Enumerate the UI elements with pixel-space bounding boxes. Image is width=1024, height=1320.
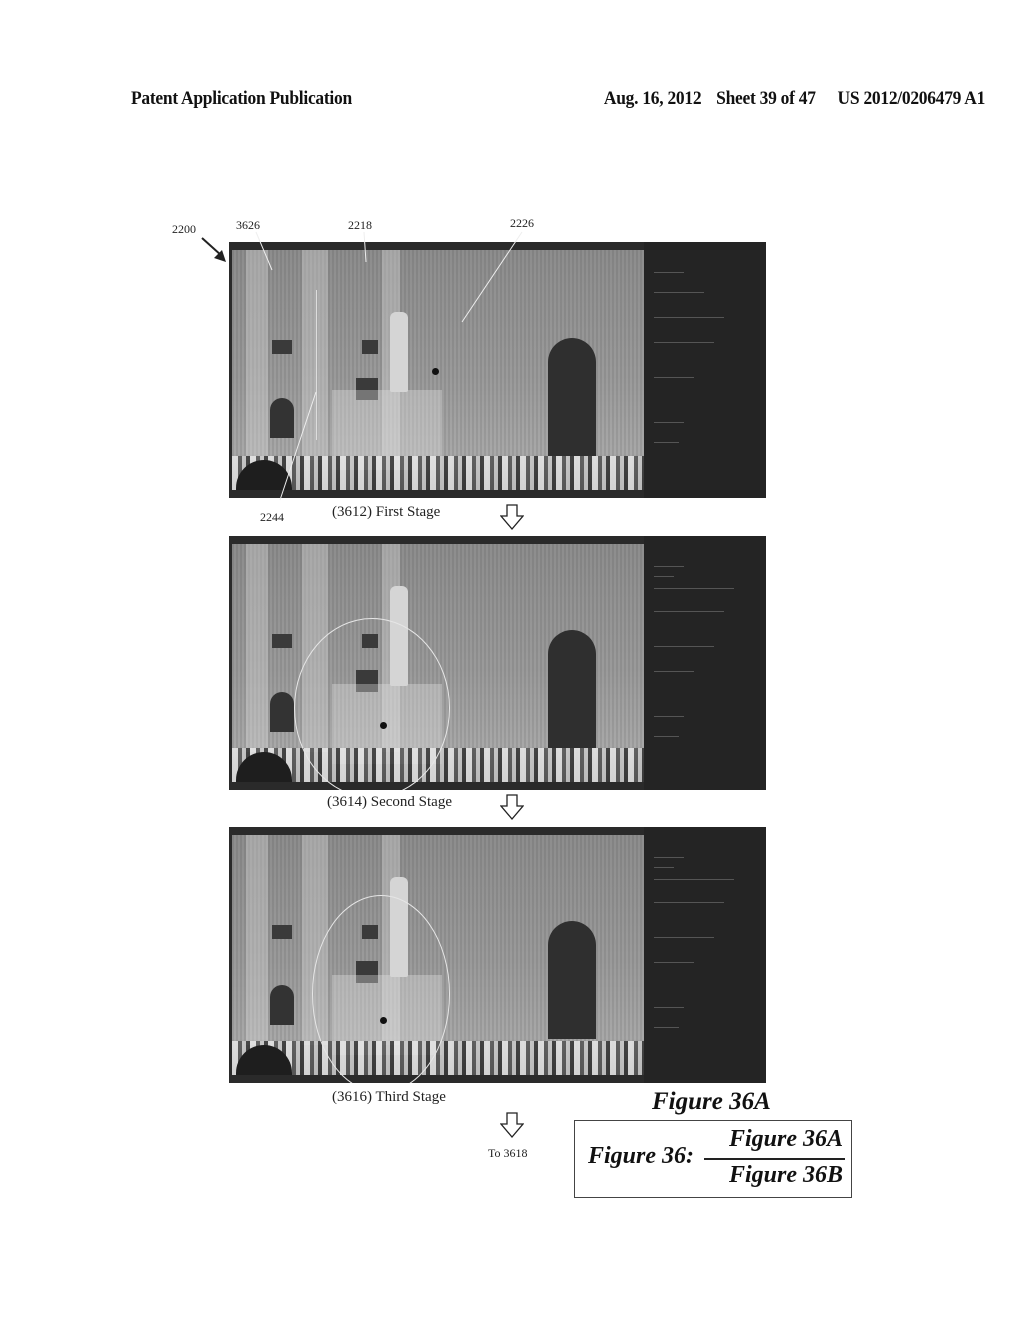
stage-1-screenshot [229,242,766,498]
patent-number: US 2012/0206479 A1 [837,88,986,109]
hollow-down-arrow-icon [500,794,524,820]
side-panel [644,827,766,1083]
stage-3-caption: (3616) Third Stage [332,1089,446,1105]
figure-layout-bottom: Figure 36B [728,1162,843,1188]
continuation-label: To 3618 [488,1146,528,1160]
sheet-number: Sheet 39 of 47 [716,88,816,109]
stage-2-screenshot [229,536,766,790]
image-canvas [232,544,644,790]
side-panel [644,536,766,790]
ref-label-cursor: 2244 [260,510,284,524]
image-canvas [232,835,644,1083]
figure-layout-box: Figure 36: Figure 36A Figure 36B [574,1120,852,1198]
ref-label-side-panel: 3626 [236,218,260,232]
pointer-arrow-icon [201,237,226,262]
ref-label-selection: 2226 [510,216,534,230]
stage-3-screenshot [229,827,766,1083]
hollow-down-arrow-icon [500,504,524,530]
figure-layout-top: Figure 36A [728,1126,843,1152]
ref-label-device: 2200 [172,222,196,236]
fraction-bar [704,1158,845,1160]
selection-ellipse [312,895,450,1083]
hollow-down-arrow-icon [500,1112,524,1138]
ref-label-image-area: 2218 [348,218,372,232]
publication-label: Patent Application Publication [131,88,352,109]
figure-title: Figure 36A [652,1088,771,1115]
stage-2-caption: (3614) Second Stage [327,794,452,810]
image-canvas [232,250,644,490]
selection-ellipse [294,618,450,790]
side-panel [644,242,766,498]
stage-1-caption: (3612) First Stage [332,504,441,520]
publication-date: Aug. 16, 2012 [603,88,702,109]
page-header: Patent Application Publication Aug. 16, … [131,88,985,118]
figure-layout-label: Figure 36: [588,1143,695,1169]
